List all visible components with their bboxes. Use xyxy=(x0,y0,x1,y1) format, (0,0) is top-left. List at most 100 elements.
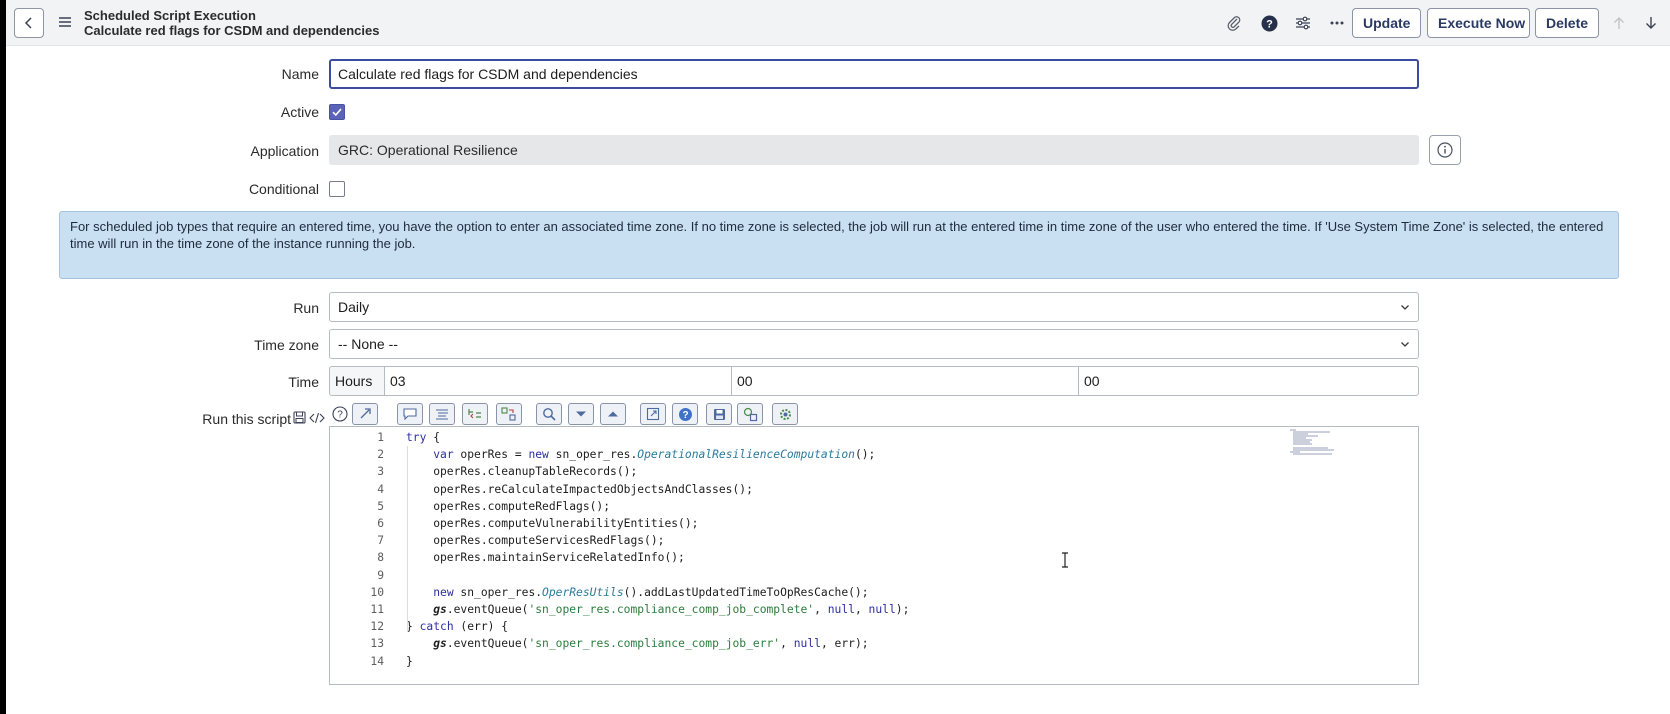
fullscreen-button[interactable] xyxy=(640,403,666,425)
name-label: Name xyxy=(281,66,319,82)
code-text: operRes.maintainServiceRelatedInfo(); xyxy=(406,551,685,565)
record-title: Scheduled Script Execution Calculate red… xyxy=(84,8,379,38)
menu-icon[interactable] xyxy=(58,15,72,29)
toggle-comment-button[interactable] xyxy=(397,403,423,425)
line-number: 4 xyxy=(377,482,384,496)
back-icon xyxy=(24,17,32,29)
code-line[interactable]: 14} xyxy=(330,653,1330,670)
time-zone-select-value: -- None -- xyxy=(338,336,398,352)
code-line[interactable]: 1 try { xyxy=(330,429,1330,446)
code-text: } xyxy=(406,654,413,668)
time-unit-label: Hours xyxy=(329,366,385,396)
application-label: Application xyxy=(250,143,320,159)
save-script-button[interactable] xyxy=(706,403,732,425)
chevron-down-icon xyxy=(1401,342,1409,347)
script-editor[interactable]: 1 try {2 var operRes = new sn_oper_res.Op… xyxy=(329,426,1419,685)
line-number: 1 xyxy=(377,431,384,444)
code-line[interactable]: 5 operRes.computeRedFlags(); xyxy=(330,498,1330,515)
code-line[interactable]: 10 new sn_oper_res.OperResUtils().addLas… xyxy=(330,584,1330,601)
code-text: operRes.computeServicesRedFlags(); xyxy=(406,534,665,548)
line-number: 7 xyxy=(377,534,384,548)
line-number: 13 xyxy=(370,637,384,651)
code-text: operRes.cleanupTableRecords(); xyxy=(406,465,638,479)
script-debugger-button[interactable] xyxy=(352,403,378,425)
line-number: 3 xyxy=(377,465,384,479)
script-macros-button[interactable] xyxy=(737,403,763,425)
line-number: 6 xyxy=(377,517,384,530)
conditional-checkbox[interactable] xyxy=(329,181,345,197)
run-select-value: Daily xyxy=(338,299,370,315)
code-line[interactable]: 12} catch (err) { xyxy=(330,618,1330,635)
screen-frame: Scheduled Script Execution Calculate red… xyxy=(0,0,1670,714)
time-zone-select[interactable]: -- None -- xyxy=(329,329,1419,359)
chevron-down-icon xyxy=(576,411,586,417)
line-number: 8 xyxy=(377,551,384,565)
search-button[interactable] xyxy=(536,403,562,425)
time-seconds-input[interactable]: 00 xyxy=(1078,366,1419,396)
run-label: Run xyxy=(293,300,319,316)
replace-all-button[interactable] xyxy=(496,403,522,425)
script-settings-button[interactable] xyxy=(772,403,798,425)
comment-icon xyxy=(403,408,417,420)
macro-icon xyxy=(743,407,757,421)
settings-sliders-icon[interactable] xyxy=(1293,13,1313,33)
line-number: 11 xyxy=(370,603,384,616)
chevron-down-icon xyxy=(1401,305,1409,310)
replace-button[interactable] xyxy=(462,403,488,425)
code-line[interactable]: 2 var operRes = new sn_oper_res.Operatio… xyxy=(330,446,1330,463)
code-text: operRes.reCalculateImpactedObjectsAndCla… xyxy=(406,482,753,496)
update-button[interactable]: Update xyxy=(1352,8,1421,38)
code-text: operRes.computeVulnerabilityEntities(); xyxy=(406,517,699,530)
run-select[interactable]: Daily xyxy=(329,292,1419,322)
format-code-button[interactable] xyxy=(429,403,455,425)
indent-guide xyxy=(407,446,408,632)
code-line[interactable]: 8 operRes.maintainServiceRelatedInfo(); xyxy=(330,549,1330,566)
active-checkbox[interactable] xyxy=(329,104,345,120)
find-next-button[interactable] xyxy=(568,403,594,425)
code-line[interactable]: 6 operRes.computeVulnerabilityEntities()… xyxy=(330,515,1330,532)
replace-icon xyxy=(468,409,481,419)
code-line[interactable]: 13 gs.eventQueue('sn_oper_res.compliance… xyxy=(330,635,1330,652)
code-icon[interactable] xyxy=(309,412,325,424)
text-cursor-icon xyxy=(1061,552,1069,568)
expand-icon xyxy=(646,407,660,421)
code-text: var operRes = new sn_oper_res.Operationa… xyxy=(433,448,876,462)
replace-all-icon xyxy=(501,407,516,421)
save-icon[interactable] xyxy=(293,411,306,424)
code-line[interactable]: 7 operRes.computeServicesRedFlags(); xyxy=(330,532,1330,549)
line-number: 2 xyxy=(377,448,384,462)
code-line[interactable]: 4 operRes.reCalculateImpactedObjectsAndC… xyxy=(330,481,1330,498)
arrow-up-icon[interactable] xyxy=(1610,13,1628,33)
time-minutes-input[interactable]: 00 xyxy=(731,366,1079,396)
search-icon xyxy=(543,408,556,421)
delete-button[interactable]: Delete xyxy=(1535,8,1599,38)
line-number: 12 xyxy=(370,620,384,634)
floppy-icon xyxy=(713,408,725,420)
help-icon[interactable]: ? xyxy=(1259,13,1279,33)
timezone-info-message: For scheduled job types that require an … xyxy=(59,211,1619,279)
line-number: 9 xyxy=(377,568,384,582)
app-window: Scheduled Script Execution Calculate red… xyxy=(6,0,1670,714)
syntax-help-button[interactable]: ? xyxy=(672,403,698,425)
code-text: new sn_oper_res.OperResUtils().addLastUp… xyxy=(433,585,869,599)
svg-text:?: ? xyxy=(1266,18,1273,30)
time-hours-input[interactable]: 03 xyxy=(384,366,732,396)
find-previous-button[interactable] xyxy=(600,403,626,425)
help-circle-icon[interactable]: ? xyxy=(332,406,348,422)
paperclip-icon[interactable] xyxy=(1224,13,1244,33)
code-line[interactable]: 11 gs.eventQueue('sn_oper_res.compliance… xyxy=(330,601,1330,618)
record-name: Calculate red flags for CSDM and depende… xyxy=(84,23,380,38)
code-line[interactable]: 9 xyxy=(330,567,1330,584)
svg-text:?: ? xyxy=(682,410,688,421)
more-icon[interactable] xyxy=(1327,13,1347,33)
line-number: 10 xyxy=(370,585,384,599)
application-info-button[interactable] xyxy=(1429,135,1461,165)
line-number: 5 xyxy=(377,499,384,513)
record-type: Scheduled Script Execution xyxy=(84,8,256,23)
back-button[interactable] xyxy=(14,8,44,38)
execute-now-button[interactable]: Execute Now xyxy=(1427,8,1530,38)
name-input[interactable]: Calculate red flags for CSDM and depende… xyxy=(329,59,1419,89)
arrow-down-icon[interactable] xyxy=(1642,13,1660,33)
code-line[interactable]: 3 operRes.cleanupTableRecords(); xyxy=(330,463,1330,480)
checkmark-icon xyxy=(332,108,342,117)
